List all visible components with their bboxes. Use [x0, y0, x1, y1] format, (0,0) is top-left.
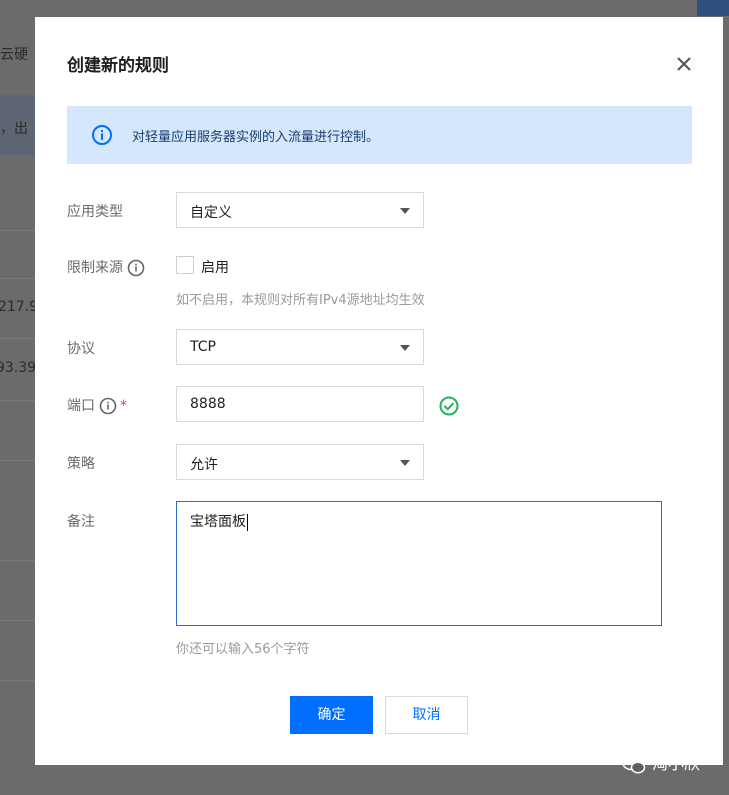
source-limit-hint: 如不启用，本规则对所有IPv4源地址均生效: [176, 293, 425, 308]
close-icon[interactable]: [673, 53, 695, 75]
remark-textarea[interactable]: 宝塔面板: [176, 501, 662, 626]
info-icon[interactable]: [99, 397, 117, 415]
source-limit-label: 限制来源: [67, 257, 145, 277]
remark-char-count: 你还可以输入56个字符: [176, 642, 310, 657]
protocol-select[interactable]: TCP: [176, 329, 424, 365]
background-ip-text: 93.39: [0, 360, 37, 376]
source-limit-label-text: 限制来源: [67, 260, 123, 276]
policy-value: 允许: [190, 457, 218, 473]
create-rule-dialog: 创建新的规则 对轻量应用服务器实例的入流量进行控制。 应用类型 自定义 限制来源…: [35, 17, 723, 765]
port-label-text: 端口: [67, 398, 95, 414]
info-text: 对轻量应用服务器实例的入流量进行控制。: [132, 130, 380, 145]
chevron-down-icon: [400, 460, 410, 466]
background-divider: [0, 680, 40, 681]
policy-label: 策略: [67, 456, 95, 472]
remark-label: 备注: [67, 514, 95, 530]
info-banner: 对轻量应用服务器实例的入流量进行控制。: [67, 106, 692, 164]
remark-value: 宝塔面板: [190, 514, 246, 530]
watermark: 淘小欣: [622, 750, 700, 775]
dialog-title: 创建新的规则: [67, 56, 169, 76]
confirm-button[interactable]: 确定: [290, 696, 373, 734]
chevron-down-icon: [400, 208, 410, 214]
text-cursor: [247, 513, 248, 531]
background-divider: [0, 230, 40, 231]
background-top-button: [697, 0, 729, 16]
port-label: 端口 *: [67, 395, 127, 415]
chevron-down-icon: [400, 345, 410, 351]
background-divider: [0, 400, 40, 401]
background-divider: [0, 460, 40, 461]
protocol-value: TCP: [190, 339, 216, 355]
check-circle-icon: [439, 396, 459, 416]
required-mark: *: [120, 398, 127, 414]
wechat-icon: [622, 755, 646, 773]
background-divider: [0, 560, 40, 561]
policy-select[interactable]: 允许: [176, 444, 424, 480]
watermark-text: 淘小欣: [652, 754, 701, 773]
info-icon: [92, 125, 112, 145]
app-type-select[interactable]: 自定义: [176, 192, 424, 228]
info-icon[interactable]: [127, 259, 145, 277]
background-divider: [0, 278, 40, 279]
enable-source-label[interactable]: 启用: [201, 257, 229, 277]
background-divider: [0, 620, 40, 621]
cancel-button[interactable]: 取消: [385, 696, 468, 734]
background-text: ，出: [0, 121, 28, 137]
background-text: 云硬: [0, 47, 28, 63]
app-type-label: 应用类型: [67, 204, 123, 220]
port-input[interactable]: [176, 386, 424, 422]
background-divider: [0, 338, 40, 339]
protocol-label: 协议: [67, 341, 95, 357]
app-type-value: 自定义: [190, 205, 232, 221]
enable-source-checkbox[interactable]: [176, 256, 194, 274]
